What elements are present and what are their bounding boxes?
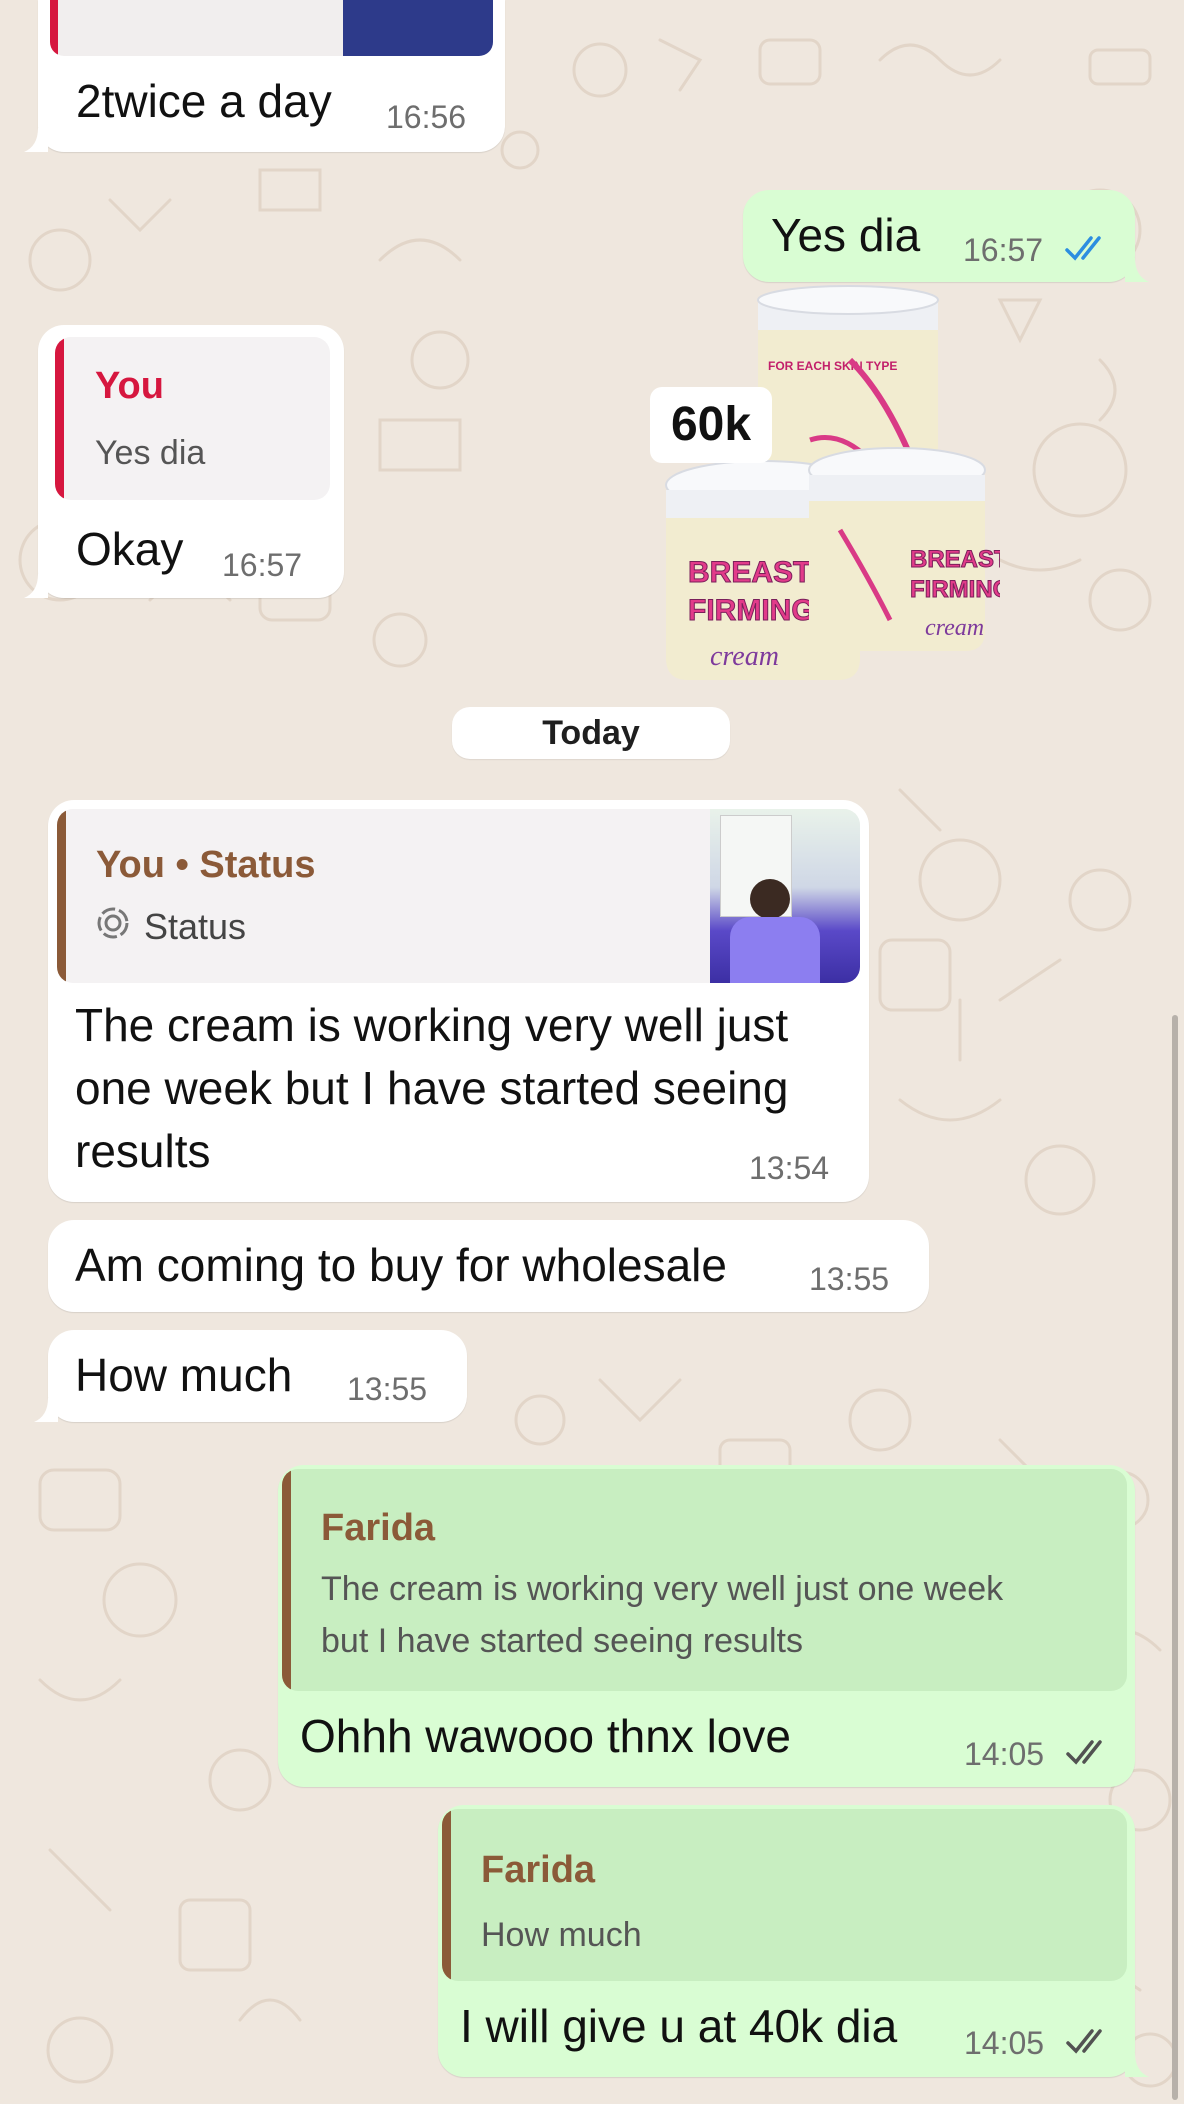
message-text: Okay (76, 523, 184, 575)
day-separator: Today (452, 707, 730, 759)
quoted-text-line: but I have started seeing results (321, 1622, 803, 1660)
sticker-jar-word3: cream (925, 615, 984, 641)
message-time: 13:54 (749, 1150, 830, 1186)
outgoing-reply-bubble[interactable]: Farida The cream is working very well ju… (278, 1465, 1135, 1787)
sticker-jar-word2: FIRMING (688, 594, 815, 627)
incoming-status-reply-bubble[interactable]: You • Status Status The cream is working… (48, 800, 869, 1202)
sticker-jar-word1: BREAST (910, 546, 1000, 573)
bubble-tail (24, 128, 48, 152)
double-check-icon (1065, 236, 1101, 261)
bubble-tail (34, 1398, 58, 1422)
sticker-jar-word2: FIRMING (910, 576, 1000, 603)
bubble-tail (1125, 258, 1149, 282)
message-text: Yes dia (771, 209, 921, 261)
message-text: Ohhh wawooo thnx love (300, 1710, 791, 1762)
message-time: 13:55 (347, 1371, 428, 1407)
incoming-message-bubble[interactable]: 2twice a day 16:56 (24, 0, 505, 152)
chat-scrollbar[interactable] (1172, 1015, 1178, 2100)
sticker-jar-word1: BREAST (688, 556, 811, 589)
quoted-author: Farida (321, 1507, 436, 1549)
message-text: How much (75, 1349, 293, 1401)
status-ring-icon (97, 907, 129, 939)
sticker-label-header: FOR EACH SKIN TYPE (768, 359, 897, 373)
sticker-jar-word3: cream (710, 641, 779, 672)
double-check-icon (1066, 1740, 1102, 1765)
message-time: 16:57 (222, 547, 303, 583)
sticker-jar-right: BREAST FIRMING cream (808, 447, 1000, 651)
incoming-message-bubble[interactable]: How much 13:55 (34, 1330, 467, 1422)
quoted-message[interactable]: Farida How much (442, 1809, 1127, 1981)
quoted-author: You • Status (96, 844, 316, 886)
quote-accent-bar (442, 1809, 451, 1981)
double-check-icon (1066, 2029, 1102, 2054)
product-sticker[interactable]: FOR EACH SKIN TYPE BREAST FIRMING cream … (650, 280, 1000, 700)
quoted-text: Yes dia (95, 434, 206, 472)
message-time: 14:05 (964, 2025, 1045, 2061)
message-text-line: The cream is working very well just (75, 999, 789, 1051)
bubble-tail (1125, 2053, 1149, 2077)
quote-accent-bar (282, 1469, 291, 1691)
message-time: 16:56 (386, 99, 467, 135)
quoted-message[interactable]: Farida The cream is working very well ju… (282, 1469, 1127, 1691)
message-text-line: results (75, 1125, 211, 1177)
message-time: 16:57 (963, 232, 1044, 268)
bubble-tail (24, 574, 48, 598)
message-time: 13:55 (809, 1261, 890, 1297)
message-time: 14:05 (964, 1736, 1045, 1772)
outgoing-message-bubble[interactable]: Yes dia 16:57 (743, 190, 1149, 282)
message-text-line: one week but I have started seeing (75, 1062, 789, 1114)
quote-accent-bar (55, 337, 64, 500)
incoming-message-bubble[interactable]: Am coming to buy for wholesale 13:55 (48, 1220, 929, 1312)
message-text: Am coming to buy for wholesale (75, 1239, 727, 1291)
quoted-status[interactable]: You • Status Status (57, 809, 860, 983)
incoming-reply-bubble[interactable]: You Yes dia Okay 16:57 (24, 325, 344, 598)
media-thumbnail-partial[interactable] (50, 0, 493, 56)
message-text: I will give u at 40k dia (460, 2000, 898, 2052)
sticker-price-label: 60k (671, 398, 751, 451)
outgoing-reply-bubble[interactable]: Farida How much I will give u at 40k dia… (438, 1805, 1149, 2077)
status-thumbnail[interactable] (710, 809, 860, 983)
quoted-text: Status (144, 906, 247, 947)
quoted-text-line: The cream is working very well just one … (321, 1570, 1004, 1608)
quoted-text: How much (481, 1916, 642, 1954)
quote-accent-bar (57, 809, 66, 983)
quoted-author: You (95, 365, 164, 407)
quoted-message[interactable]: You Yes dia (55, 337, 330, 500)
message-text: 2twice a day (76, 75, 332, 127)
quoted-author: Farida (481, 1849, 596, 1891)
